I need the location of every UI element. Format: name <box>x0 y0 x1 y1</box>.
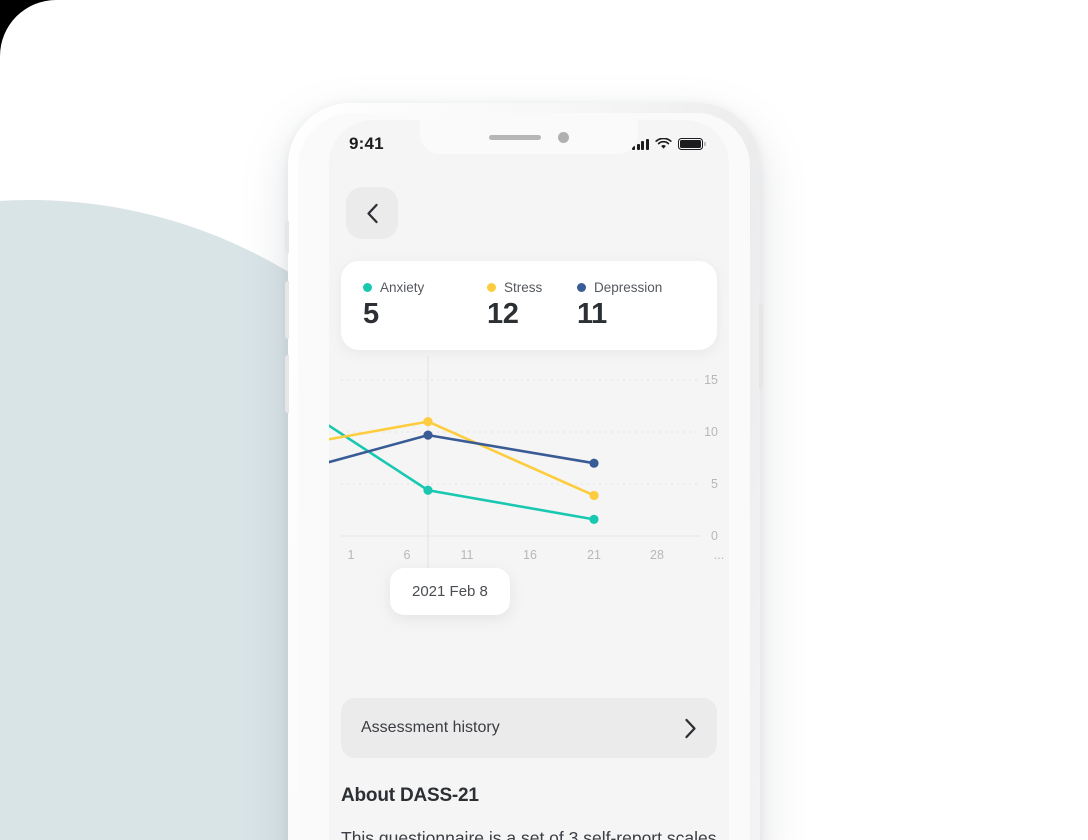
chart-line-anxiety <box>329 424 596 522</box>
summary-item-header: Depression <box>577 280 662 295</box>
chart-point-stress <box>423 417 433 427</box>
summary-value: 5 <box>363 298 379 330</box>
wifi-icon <box>655 138 672 149</box>
earpiece-speaker-icon <box>489 134 541 140</box>
stress-color-dot <box>487 283 496 292</box>
assessment-history-label: Assessment history <box>361 719 500 737</box>
app-content: Anxiety 5 Stress 12 Depression 11 15 10 … <box>329 120 729 840</box>
about-title: About DASS-21 <box>341 785 479 807</box>
front-camera-icon <box>558 131 569 143</box>
chevron-right-icon <box>685 718 696 739</box>
chart-x-tick-label: 11 <box>461 548 474 562</box>
summary-item-header: Stress <box>487 280 577 295</box>
chart-y-tick-label: 5 <box>711 477 718 491</box>
chart-point-stress <box>589 491 599 501</box>
summary-label: Stress <box>504 280 543 295</box>
summary-label: Anxiety <box>380 280 425 295</box>
summary-value: 12 <box>487 298 519 330</box>
battery-full-icon <box>678 138 706 150</box>
about-body: This questionnaire is a set of 3 self-re… <box>341 828 717 840</box>
depression-color-dot <box>577 283 586 292</box>
score-summary-card: Anxiety 5 Stress 12 Depression 11 <box>341 261 717 351</box>
phone-power-button <box>759 303 763 389</box>
phone-volume-down-button <box>285 355 289 413</box>
summary-label: Depression <box>594 280 663 295</box>
phone-mute-switch <box>285 221 289 253</box>
page-canvas: 9:41 Anxiety 5 Stress 12 Depression 11 1… <box>0 0 1088 840</box>
chevron-left-icon <box>366 203 378 223</box>
chart-tooltip: 2021 Feb 8 <box>390 568 510 616</box>
summary-item-depression[interactable]: Depression 11 <box>577 280 662 330</box>
phone-notch <box>420 120 638 154</box>
phone-device-mockup: 9:41 Anxiety 5 Stress 12 Depression 11 1… <box>285 103 763 840</box>
chart-x-tick-label: 6 <box>404 548 411 562</box>
assessment-history-row[interactable]: Assessment history <box>341 698 717 759</box>
summary-item-stress[interactable]: Stress 12 <box>487 280 577 330</box>
status-bar-clock: 9:41 <box>349 134 384 153</box>
chart-y-tick-label: 10 <box>704 425 718 439</box>
status-bar-icons <box>632 138 706 150</box>
phone-screen: 9:41 Anxiety 5 Stress 12 Depression 11 1… <box>329 120 729 840</box>
summary-item-anxiety[interactable]: Anxiety 5 <box>363 280 487 330</box>
chart-y-tick-label: 0 <box>711 529 718 543</box>
chart-x-tick-label: 21 <box>587 548 601 562</box>
phone-volume-up-button <box>285 281 289 339</box>
trend-chart[interactable]: 15 10 5 0 1 6 11 16 21 28... 2021 Feb 8 <box>329 356 729 616</box>
chart-line-depression <box>329 434 596 465</box>
summary-value: 11 <box>577 298 607 330</box>
about-section: About DASS-21 This questionnaire is a se… <box>341 785 717 840</box>
summary-item-header: Anxiety <box>363 280 487 295</box>
chart-point-depression <box>589 459 599 469</box>
chart-point-anxiety <box>589 515 599 525</box>
back-button[interactable] <box>346 187 398 239</box>
chart-point-anxiety <box>423 486 433 496</box>
chart-x-tick-label: ... <box>714 548 724 562</box>
chart-x-tick-label: 16 <box>523 548 537 562</box>
chart-x-tick-label: 28 <box>650 548 664 562</box>
chart-point-depression <box>423 430 433 441</box>
chart-y-tick-label: 15 <box>704 373 718 387</box>
chart-x-tick-label: 1 <box>348 548 355 562</box>
anxiety-color-dot <box>363 283 372 292</box>
trend-chart-svg: 1510501 6 11 16 21 28... <box>329 356 724 577</box>
